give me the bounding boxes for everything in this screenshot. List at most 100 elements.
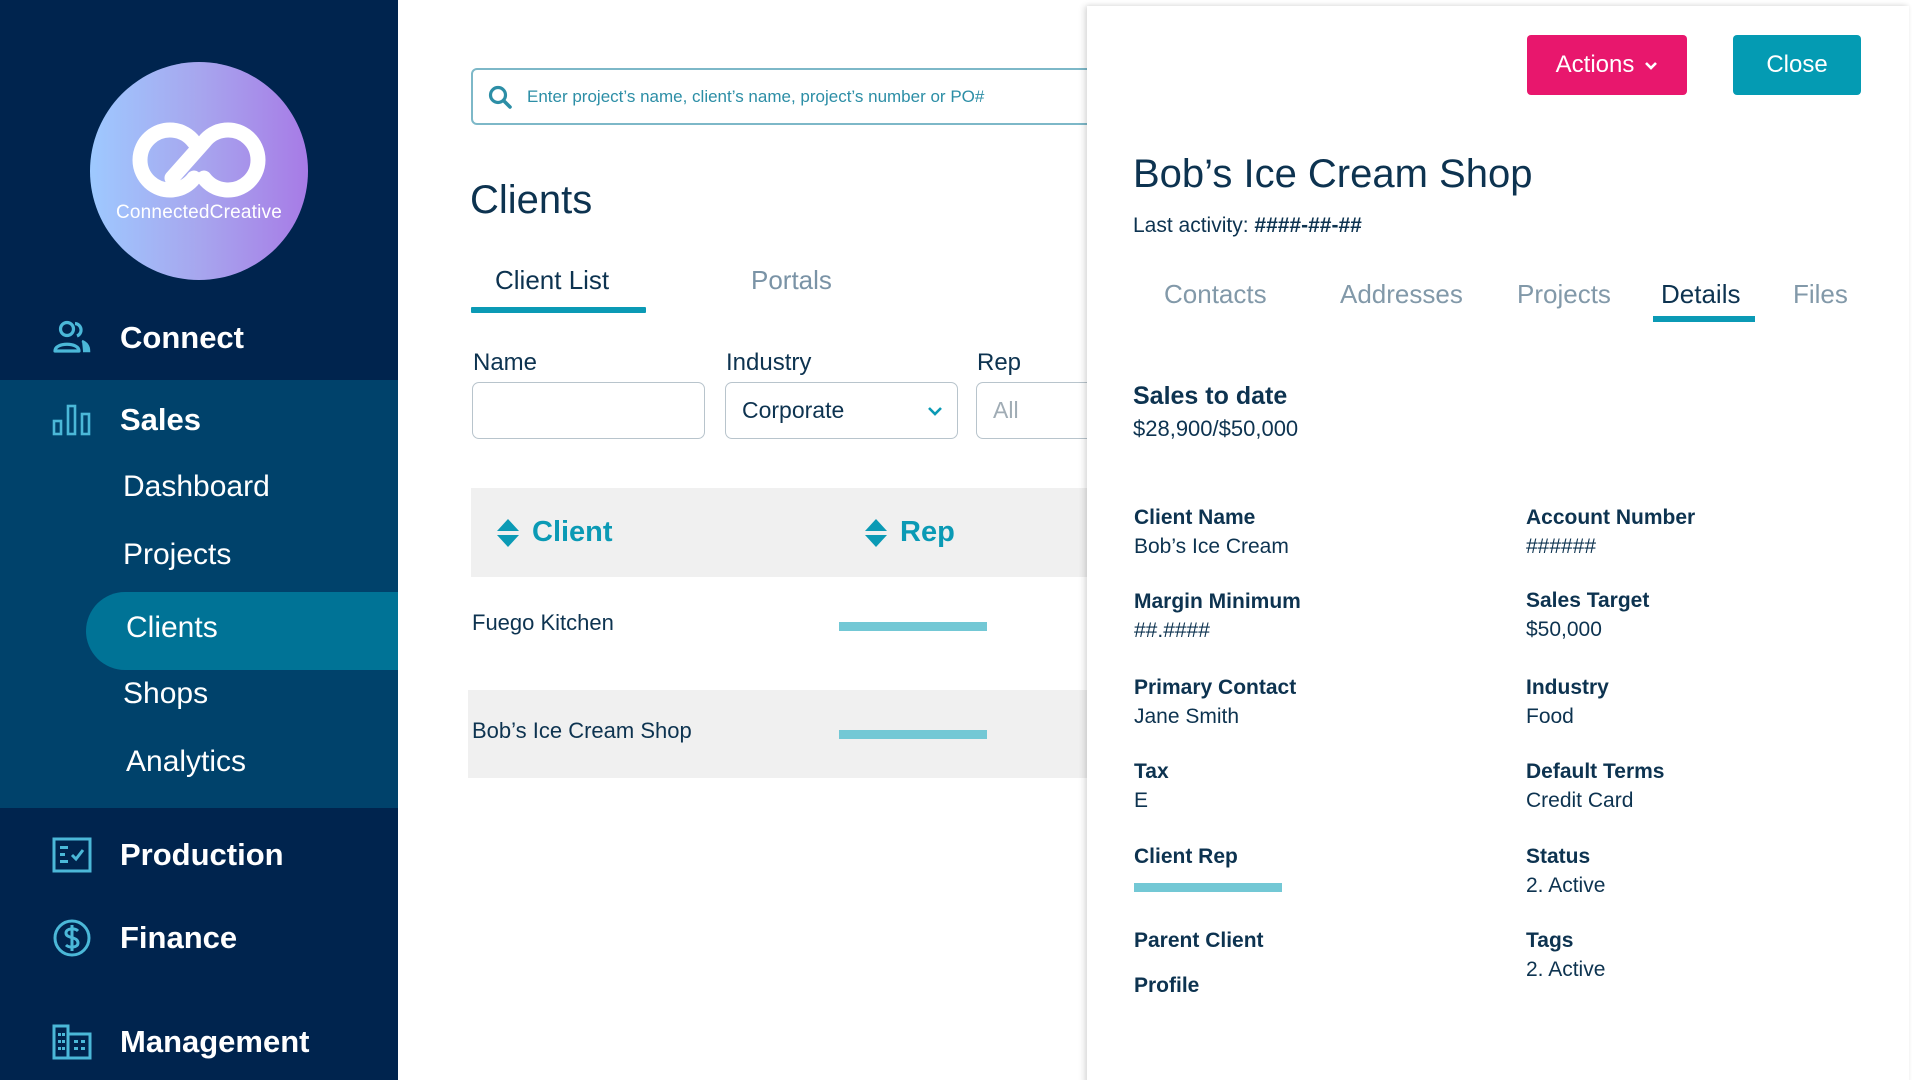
close-button[interactable]: Close: [1733, 35, 1861, 95]
filter-name-label: Name: [473, 349, 538, 376]
sales-to-date-label: Sales to date: [1133, 382, 1288, 410]
nav-production[interactable]: Production: [0, 835, 398, 875]
tab-portals[interactable]: Portals: [751, 265, 832, 296]
field-label: Account Number: [1526, 506, 1696, 529]
field-value: $50,000: [1526, 618, 1602, 641]
global-search[interactable]: [471, 68, 1111, 125]
tab-addresses[interactable]: Addresses: [1340, 279, 1463, 310]
field-value: Food: [1526, 705, 1574, 728]
field-label: Industry: [1526, 676, 1609, 699]
nav-management[interactable]: Management: [0, 1022, 398, 1062]
field-value: Credit Card: [1526, 789, 1634, 812]
nav-production-label: Production: [120, 837, 284, 872]
field-sales-target: Sales Target $50,000: [1526, 586, 1649, 644]
building-icon: [52, 1022, 92, 1062]
nav-sales-analytics[interactable]: Analytics: [126, 745, 246, 779]
field-label: Tags: [1526, 929, 1574, 952]
field-industry: Industry Food: [1526, 673, 1609, 731]
field-value: ######: [1526, 535, 1597, 558]
field-label: Client Rep: [1134, 845, 1238, 868]
search-input[interactable]: [527, 86, 1087, 107]
nav-finance[interactable]: Finance: [0, 918, 398, 958]
field-profile: Profile: [1134, 971, 1199, 1000]
field-value: ##.####: [1134, 619, 1210, 642]
table-header: Client Rep: [471, 488, 1091, 577]
filter-name-field[interactable]: [472, 382, 705, 439]
field-tax: Tax E: [1134, 757, 1169, 815]
page-title: Clients: [470, 178, 593, 222]
people-icon: [52, 318, 92, 358]
field-value: 2. Active: [1526, 958, 1606, 981]
field-label: Profile: [1134, 974, 1200, 997]
last-activity-label: Last activity:: [1133, 214, 1249, 237]
field-value: Bob’s Ice Cream: [1134, 535, 1289, 558]
tab-client-list[interactable]: Client List: [495, 265, 609, 296]
checklist-icon: [52, 835, 92, 875]
brand-logo[interactable]: ConnectedCreative: [90, 62, 308, 280]
field-default-terms: Default Terms Credit Card: [1526, 757, 1664, 815]
field-margin-minimum: Margin Minimum ##.####: [1134, 587, 1301, 645]
client-rep-placeholder-bar: [1134, 883, 1282, 892]
rep-placeholder-bar: [839, 622, 987, 631]
column-rep-label: Rep: [900, 516, 955, 548]
field-parent-client: Parent Client: [1134, 926, 1264, 955]
last-activity-value: ####-##-##: [1254, 214, 1362, 237]
column-client[interactable]: Client: [496, 516, 613, 549]
field-client-rep: Client Rep: [1134, 842, 1282, 892]
nav-management-label: Management: [120, 1024, 310, 1059]
tab-projects[interactable]: Projects: [1517, 279, 1611, 310]
field-label: Parent Client: [1134, 929, 1264, 952]
sort-icon: [865, 518, 887, 547]
filter-industry-value: Corporate: [742, 397, 845, 423]
dollar-circle-icon: [52, 918, 92, 958]
search-icon: [488, 85, 512, 109]
tab-details-underline: [1653, 316, 1755, 322]
infinity-logo-icon: [132, 122, 266, 198]
nav-sales-label: Sales: [120, 402, 202, 437]
filter-rep-label: Rep: [977, 349, 1022, 376]
field-label: Tax: [1134, 760, 1169, 783]
tab-details[interactable]: Details: [1661, 279, 1740, 310]
client-detail-panel: Actions Close Bob’s Ice Cream Shop Last …: [1087, 6, 1909, 1080]
last-activity: Last activity: ####-##-##: [1133, 214, 1362, 238]
rep-placeholder-bar: [839, 730, 987, 739]
filter-name-input[interactable]: [473, 383, 704, 438]
sidebar: ConnectedCreative Connect Sales Dashboar…: [0, 0, 398, 1080]
actions-button-label: Actions: [1555, 51, 1635, 78]
chevron-down-icon: [1645, 61, 1658, 70]
actions-button[interactable]: Actions: [1527, 35, 1687, 95]
field-value: Jane Smith: [1134, 705, 1240, 728]
tab-client-list-underline: [471, 307, 646, 313]
sort-icon: [497, 518, 519, 547]
column-rep[interactable]: Rep: [864, 516, 955, 549]
nav-sales-projects[interactable]: Projects: [123, 538, 231, 572]
nav-sales-clients[interactable]: Clients: [126, 611, 218, 645]
logo-text: ConnectedCreative: [115, 202, 283, 223]
field-label: Client Name: [1134, 506, 1256, 529]
field-value: E: [1134, 789, 1149, 812]
filter-industry-label: Industry: [726, 349, 812, 376]
field-label: Sales Target: [1526, 589, 1650, 612]
nav-finance-label: Finance: [120, 920, 238, 955]
field-label: Default Terms: [1526, 760, 1665, 783]
field-status: Status 2. Active: [1526, 842, 1605, 900]
client-name: Fuego Kitchen: [472, 610, 614, 635]
nav-sales[interactable]: Sales: [0, 400, 398, 440]
field-label: Primary Contact: [1134, 676, 1297, 699]
nav-sales-dashboard[interactable]: Dashboard: [123, 470, 270, 504]
chevron-down-icon: [928, 406, 942, 416]
tab-files[interactable]: Files: [1793, 279, 1848, 310]
tab-contacts[interactable]: Contacts: [1164, 279, 1267, 310]
field-value: 2. Active: [1526, 874, 1606, 897]
client-title: Bob’s Ice Cream Shop: [1133, 152, 1533, 196]
filter-industry-select[interactable]: Corporate: [725, 382, 958, 439]
field-tags: Tags 2. Active: [1526, 926, 1605, 984]
field-client-name: Client Name Bob’s Ice Cream: [1134, 503, 1289, 561]
column-client-label: Client: [532, 516, 613, 548]
nav-connect[interactable]: Connect: [0, 318, 398, 358]
table-row[interactable]: Bob’s Ice Cream Shop: [468, 690, 1091, 778]
sales-to-date-value: $28,900/$50,000: [1133, 416, 1299, 441]
table-row[interactable]: Fuego Kitchen: [468, 582, 1091, 670]
nav-sales-shops[interactable]: Shops: [123, 677, 208, 711]
bar-chart-icon: [52, 400, 92, 440]
